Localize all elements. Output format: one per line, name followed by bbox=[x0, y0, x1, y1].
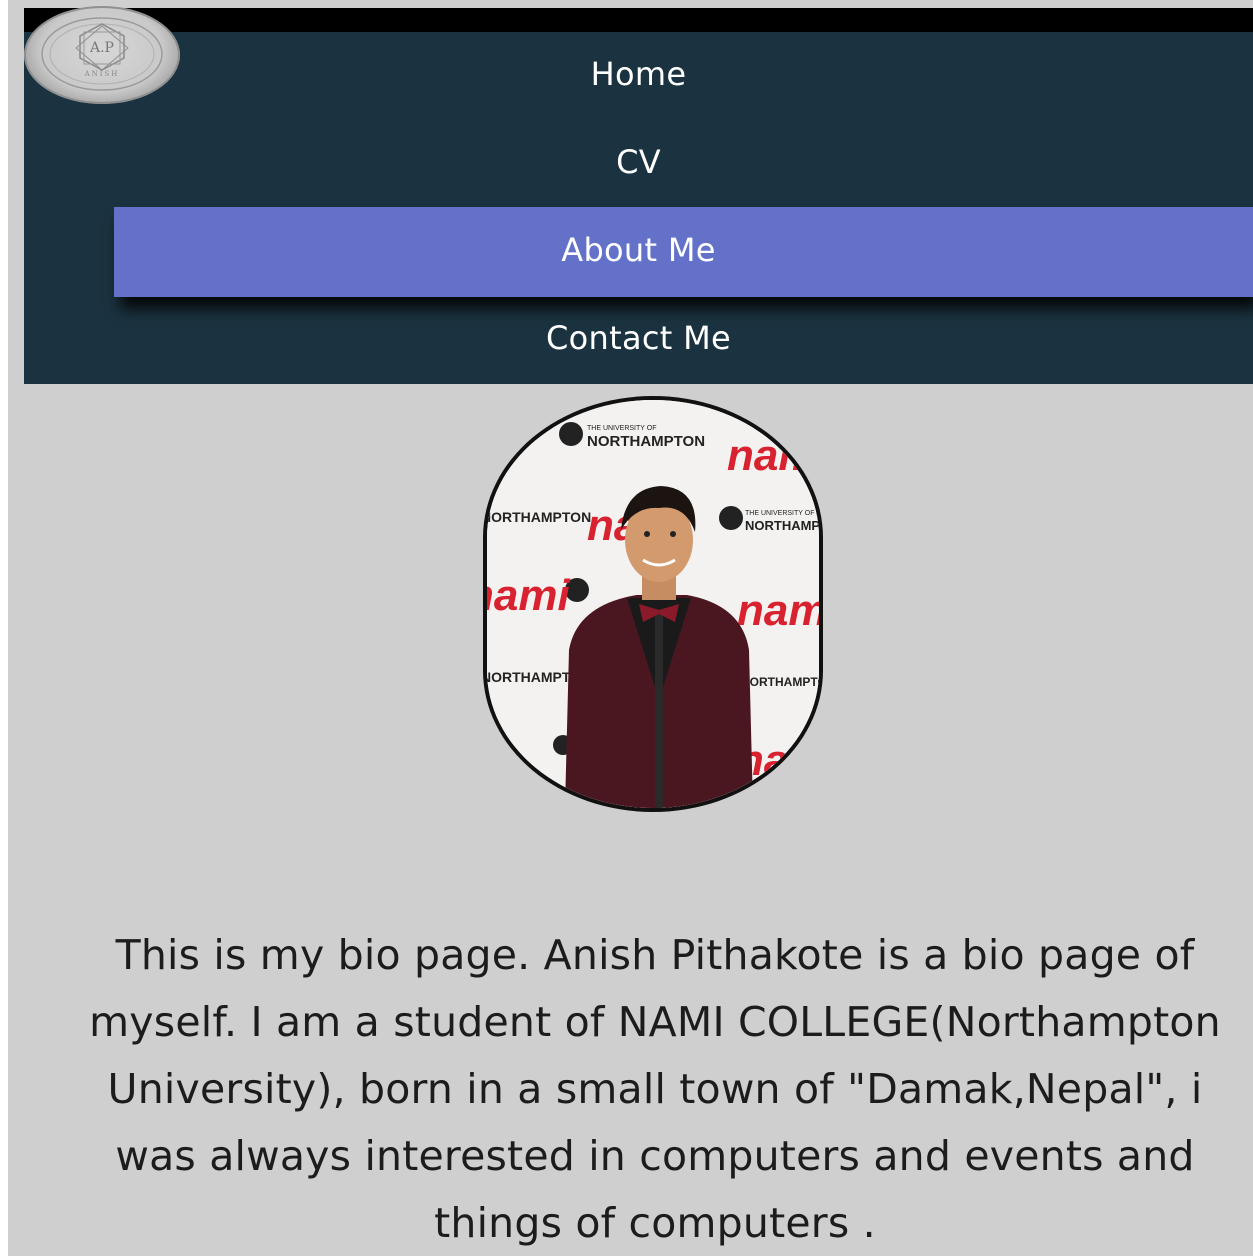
nav-about-me[interactable]: About Me bbox=[114, 207, 1253, 297]
nami-logo-text: nami bbox=[727, 431, 819, 480]
nami-logo-text: nami bbox=[487, 571, 570, 620]
top-bar bbox=[24, 8, 1253, 34]
nav-cv[interactable]: CV bbox=[24, 140, 1253, 184]
backdrop-text: NORTHAMPTON bbox=[741, 675, 819, 689]
profile-photo-image: THE UNIVERSITY OF NORTHAMPTON THE UNIVER… bbox=[487, 400, 819, 808]
logo-initials: A.P bbox=[89, 40, 114, 56]
university-logo-icon bbox=[559, 422, 583, 446]
backdrop-text: THE UNIVERSITY OF bbox=[745, 510, 815, 517]
backdrop-text: NORTHAMPTON bbox=[587, 433, 705, 450]
backdrop-text: NORTHAMPTON bbox=[745, 518, 819, 533]
main-nav: Home CV About Me Contact Me bbox=[24, 32, 1253, 384]
nav-contact-me[interactable]: Contact Me bbox=[24, 316, 1253, 360]
nami-logo-text: nami bbox=[737, 586, 819, 635]
profile-photo: THE UNIVERSITY OF NORTHAMPTON THE UNIVER… bbox=[483, 396, 823, 812]
university-logo-icon bbox=[719, 506, 743, 530]
backdrop-text: NORTHAMPTON bbox=[487, 509, 591, 525]
logo-name: ANISH bbox=[84, 70, 120, 78]
backdrop-text: THE UNIVERSITY OF bbox=[587, 425, 657, 432]
site-logo[interactable]: A.P ANISH bbox=[24, 6, 180, 104]
logo-emblem-icon: A.P ANISH bbox=[41, 17, 163, 91]
nav-home[interactable]: Home bbox=[24, 52, 1253, 96]
bio-text: This is my bio page. Anish Pithakote is … bbox=[89, 931, 1221, 1247]
